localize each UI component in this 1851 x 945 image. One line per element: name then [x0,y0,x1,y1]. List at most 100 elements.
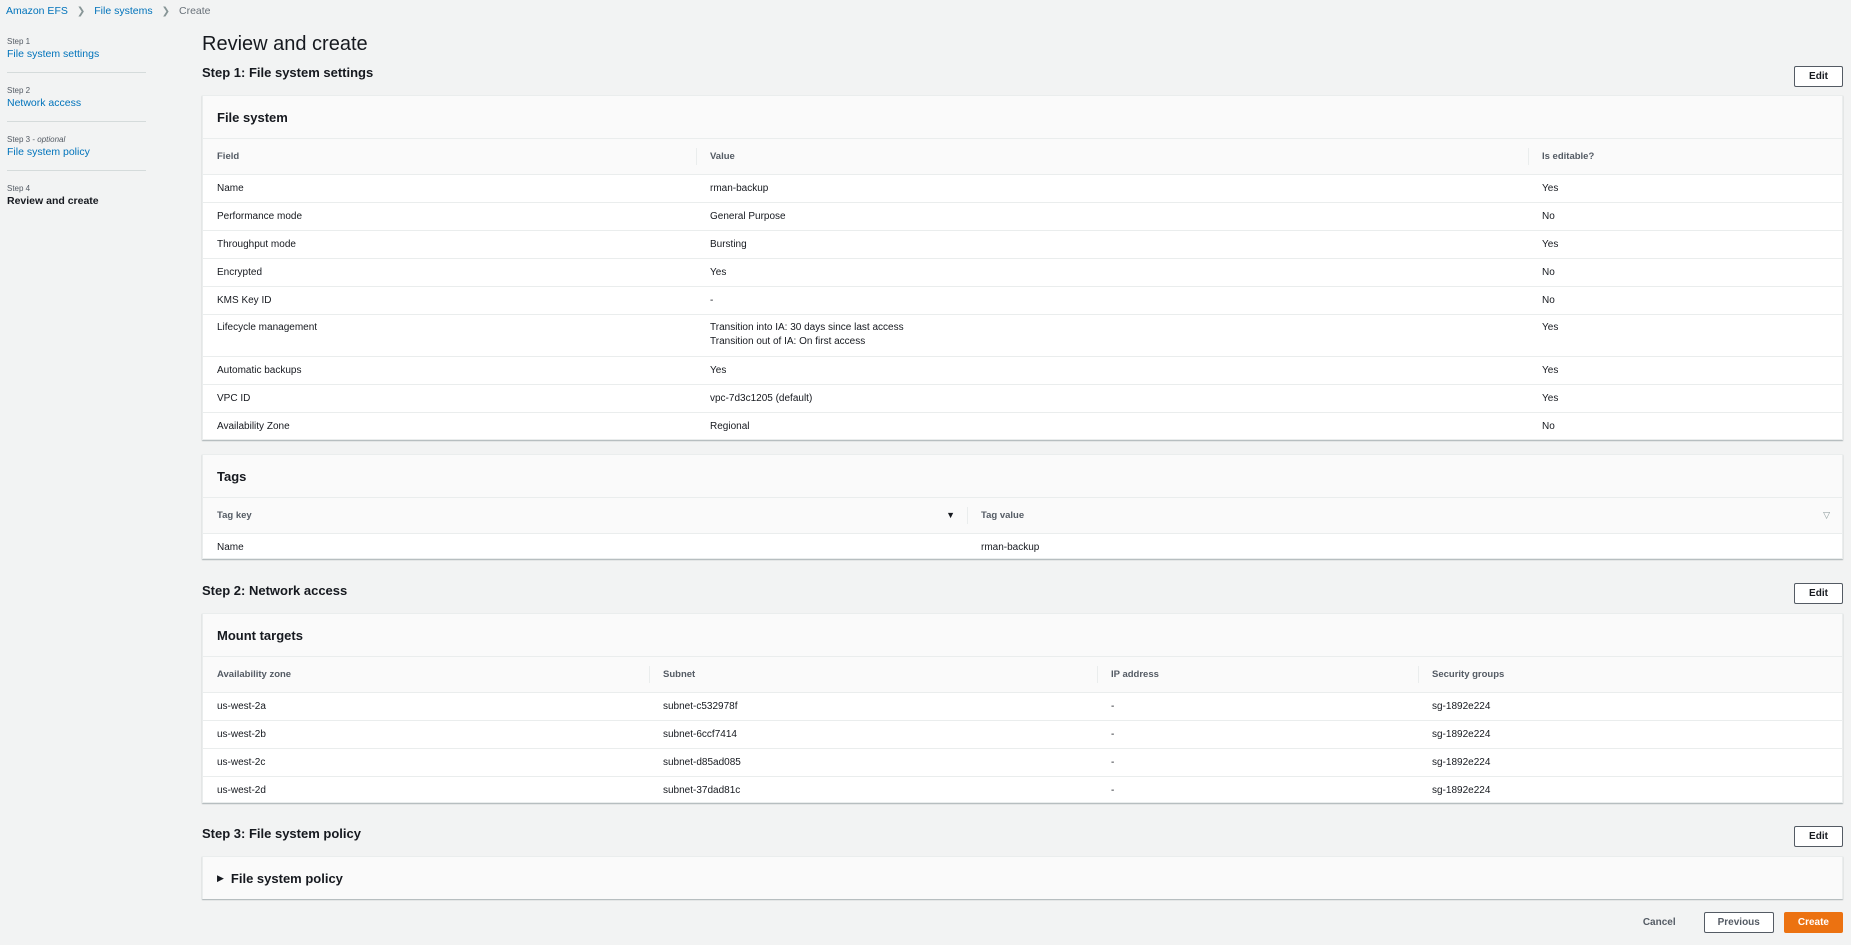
step-number-text: Step 3 [7,135,31,144]
column-divider [967,507,968,524]
cell-availability-zone: us-west-2a [203,692,649,721]
chevron-right-icon: ❯ [161,5,170,17]
step2-section-title: Step 2: Network access [202,583,348,598]
previous-button[interactable]: Previous [1703,912,1774,933]
column-header-value[interactable]: Value [696,139,1528,175]
cell-field: KMS Key ID [203,286,696,315]
breadcrumb-amazon-efs[interactable]: Amazon EFS [6,5,68,17]
wizard-step-1: Step 1 File system settings [7,36,146,73]
table-row: Lifecycle management Transition into IA:… [203,314,1842,357]
cancel-button[interactable]: Cancel [1625,912,1694,933]
cell-subnet: subnet-c532978f [649,692,1097,721]
table-row: us-west-2b subnet-6ccf7414 - sg-1892e224 [203,720,1842,749]
mount-targets-panel-header: Mount targets [203,614,1842,657]
column-header-tag-value[interactable]: Tag value ▽ [967,498,1842,534]
cell-field: Availability Zone [217,420,290,432]
file-system-policy-header: File system policy [230,870,343,886]
cell-value: Transition into IA: 30 days since last a… [696,314,1528,357]
cell-availability-zone: us-west-2c [203,748,649,777]
cell-editable: Yes [1528,230,1842,259]
cell-editable: Yes [1528,356,1842,385]
column-header-value-label: Value [710,150,735,162]
column-header-tag-value-label: Tag value [981,509,1025,521]
step-link-file-system-settings[interactable]: File system settings [7,48,146,61]
tags-table: Tag key ▼ Tag value ▽ Name rman-backup [203,498,1842,561]
step-number: Step 2 [7,86,31,95]
column-header-field[interactable]: Field [203,139,696,175]
cell-editable: Yes [1528,174,1842,203]
column-divider [1097,666,1098,683]
column-divider [649,666,650,683]
cell-value: Yes [696,356,1528,385]
cell-subnet: subnet-d85ad085 [649,748,1097,777]
page-title: Review and create [202,33,368,55]
mount-targets-table: Availability zone Subnet IP address Secu… [203,657,1842,804]
table-row: us-west-2a subnet-c532978f - sg-1892e224 [203,692,1842,721]
cell-ip-address: - [1097,720,1418,749]
column-header-tag-key[interactable]: Tag key ▼ [203,498,967,534]
step-number: Step 4 [7,184,31,193]
wizard-step-3: Step 3 - optional File system policy [7,134,146,171]
step-number: Step 3 - optional [7,135,66,144]
tags-panel: Tags Tag key ▼ Tag value ▽ Name rman-bac… [202,454,1843,559]
step3-edit-button[interactable]: Edit [1794,826,1843,847]
step-number: Step 1 [7,37,31,46]
cell-field: Performance mode [203,202,696,231]
sort-descending-icon[interactable]: ▼ [946,510,955,520]
cell-security-groups: sg-1892e224 [1418,692,1842,721]
breadcrumb: Amazon EFS ❯ File systems ❯ Create [6,5,211,17]
column-divider [696,148,697,165]
table-row: Throughput mode Bursting Yes [203,230,1842,259]
column-header-availability-zone[interactable]: Availability zone [203,657,649,693]
table-row: Name rman-backup Yes [203,174,1842,203]
table-row: VPC ID vpc-7d3c1205 (default) Yes [203,384,1842,413]
cell-value: rman-backup [696,174,1528,203]
column-header-ip-address[interactable]: IP address [1097,657,1418,693]
column-divider [1528,148,1529,165]
file-system-policy-panel: ▶ File system policy [202,856,1843,899]
step1-edit-button[interactable]: Edit [1794,66,1843,87]
cell-editable: No [1528,202,1842,231]
table-row: us-west-2c subnet-d85ad085 - sg-1892e224 [203,748,1842,777]
file-system-panel-header: File system [203,96,1842,139]
cell-value: Bursting [696,230,1528,259]
cell-editable: No [1528,286,1842,315]
cell-tag-value: rman-backup [981,541,1040,553]
step-current-review-and-create: Review and create [7,195,99,207]
cell-field: Automatic backups [203,356,696,385]
cell-tag-key: Name [217,541,244,553]
chevron-right-icon: ❯ [76,5,86,17]
column-header-security-groups[interactable]: Security groups [1418,657,1842,693]
lifecycle-transition-into-ia: Transition into IA: 30 days since last a… [710,321,904,333]
cell-field: Encrypted [203,258,696,287]
column-header-is-editable-label: Is editable? [1542,150,1595,162]
cell-ip-address: - [1111,784,1115,796]
table-row: Performance mode General Purpose No [203,202,1842,231]
file-system-panel: File system Field Value Is editable? Nam… [202,95,1843,440]
cell-value: Yes [696,258,1528,287]
create-button[interactable]: Create [1783,912,1843,933]
cell-ip-address: - [1097,748,1418,777]
wizard-footer: Cancel Previous Create [1625,912,1843,933]
cell-security-groups: sg-1892e224 [1432,784,1491,796]
cell-field: Lifecycle management [203,314,696,357]
breadcrumb-file-systems[interactable]: File systems [94,5,152,17]
sort-unsorted-icon[interactable]: ▽ [1823,510,1830,521]
table-row: Encrypted Yes No [203,258,1842,287]
cell-editable: Yes [1528,384,1842,413]
step2-edit-button[interactable]: Edit [1794,583,1843,604]
step-link-network-access[interactable]: Network access [7,97,146,110]
cell-value: vpc-7d3c1205 (default) [696,384,1528,413]
column-header-is-editable[interactable]: Is editable? [1528,139,1842,175]
cell-availability-zone: us-west-2d [217,784,266,796]
cell-availability-zone: us-west-2b [203,720,649,749]
step3-section-title: Step 3: File system policy [202,826,361,841]
cell-subnet: subnet-6ccf7414 [649,720,1097,749]
column-header-subnet[interactable]: Subnet [649,657,1097,693]
column-header-ip-address-label: IP address [1111,668,1159,680]
cell-editable: Yes [1528,314,1842,357]
file-system-policy-expand-toggle[interactable]: ▶ File system policy [203,857,1842,899]
table-row: Automatic backups Yes Yes [203,356,1842,385]
cell-value: Regional [710,420,750,432]
step-link-file-system-policy[interactable]: File system policy [7,146,146,159]
